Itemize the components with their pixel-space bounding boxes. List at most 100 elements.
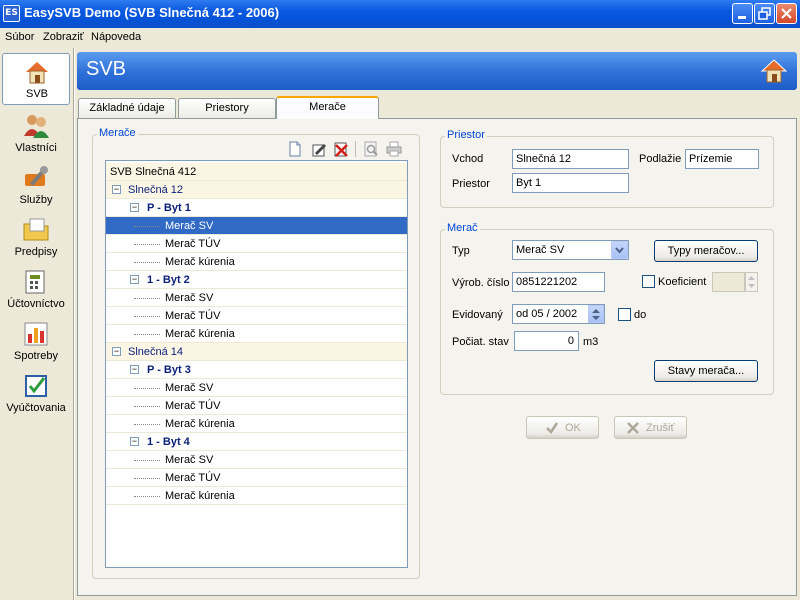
tree-item-flat[interactable]: − P - Byt 3: [106, 361, 407, 379]
minimize-icon: [738, 16, 746, 19]
sidebar-item-label: Predpisy: [14, 246, 58, 258]
tree-item-meter[interactable]: Merač TÚV: [106, 469, 407, 487]
tree-item-label: Merač TÚV: [165, 400, 221, 412]
initial-state-field[interactable]: 0: [514, 331, 579, 351]
sidebar-item-uctovnictvo[interactable]: Účtovníctvo: [2, 264, 70, 316]
tree-item-label: Merač SV: [165, 220, 214, 232]
app-icon[interactable]: ES: [3, 5, 20, 22]
tree-item-root[interactable]: SVB Slnečná 412: [106, 163, 407, 181]
collapse-icon[interactable]: −: [112, 185, 121, 194]
tree-item-meter[interactable]: Merač TÚV: [106, 397, 407, 415]
tree-row-divider: [106, 216, 407, 217]
space-group-label: Priestor: [445, 129, 487, 141]
tree-item-meter[interactable]: Merač kúrenia: [106, 253, 407, 271]
meter-types-button[interactable]: Typy meračov...: [654, 240, 758, 262]
tree-connector: [134, 424, 160, 425]
serial-field[interactable]: 0851221202: [512, 272, 605, 292]
meters-tree[interactable]: SVB Slnečná 412− Slnečná 12− P - Byt 1 Mera…: [105, 160, 408, 568]
restore-icon: [758, 7, 771, 20]
sidebar-item-predpisy[interactable]: Predpisy: [2, 212, 70, 264]
menu-napoveda[interactable]: Nápoveda: [91, 31, 141, 43]
tree-item-label: Merač kúrenia: [165, 256, 235, 268]
tree-row-divider: [106, 360, 407, 361]
registered-from-value: od 05 / 2002: [516, 308, 578, 320]
tree-row-divider: [106, 378, 407, 379]
floor-field[interactable]: Prízemie: [685, 149, 759, 169]
sidebar-item-vlastnici[interactable]: Vlastníci: [2, 108, 70, 160]
registered-to-checkbox[interactable]: [618, 308, 631, 321]
tree-item-meter[interactable]: Merač SV: [106, 451, 407, 469]
preview-icon[interactable]: [363, 141, 379, 157]
tree-item-meter[interactable]: Merač kúrenia: [106, 415, 407, 433]
print-icon[interactable]: [386, 141, 402, 157]
toolbar-separator: [355, 141, 356, 157]
type-dropdown-button[interactable]: [611, 241, 628, 259]
spinner-arrows-icon: [748, 276, 755, 288]
menu-zobrazit[interactable]: Zobraziť: [43, 31, 84, 43]
tree-item-meter[interactable]: Merač SV: [106, 216, 407, 236]
meter-states-button[interactable]: Stavy merača...: [654, 360, 758, 382]
collapse-icon[interactable]: −: [130, 365, 139, 374]
sidebar-item-label: Spotreby: [13, 350, 59, 362]
sidebar-item-vyuctovania[interactable]: Vyúčtovania: [2, 368, 70, 420]
tree-item-flat[interactable]: − P - Byt 1: [106, 199, 407, 217]
tree-row-divider: [106, 504, 407, 505]
tree-item-flat[interactable]: −1 - Byt 2: [106, 271, 407, 289]
space-field[interactable]: Byt 1: [512, 173, 629, 193]
tree-connector: [134, 334, 160, 335]
delete-icon[interactable]: [333, 141, 349, 157]
new-document-icon[interactable]: [287, 141, 303, 157]
cancel-button[interactable]: Zrušiť: [614, 416, 687, 439]
tree-row-divider: [106, 306, 407, 307]
tree-item-meter[interactable]: Merač SV: [106, 379, 407, 397]
tree-item-meter[interactable]: Merač kúrenia: [106, 325, 407, 343]
cross-icon: [627, 422, 639, 434]
coefficient-field[interactable]: [712, 272, 745, 292]
coefficient-label: Koeficient: [658, 276, 707, 288]
billing-icon: [25, 375, 47, 397]
type-select-value: Merač SV: [516, 244, 565, 256]
registered-spinner[interactable]: [588, 305, 604, 323]
tree-item-flat[interactable]: −1 - Byt 4: [106, 433, 407, 451]
tree-item-building[interactable]: − Slnečná 12: [106, 181, 407, 199]
tree-row-divider: [106, 396, 407, 397]
collapse-icon[interactable]: −: [112, 347, 121, 356]
tree-item-label: Merač SV: [165, 454, 214, 466]
sidebar-item-spotreby[interactable]: Spotreby: [2, 316, 70, 368]
tab-zakladne-udaje[interactable]: Základné údaje: [78, 98, 176, 118]
menu-subor[interactable]: Súbor: [5, 31, 34, 43]
tree-row-divider: [106, 486, 407, 487]
restore-button[interactable]: [754, 3, 775, 24]
tree-row-divider: [106, 252, 407, 253]
tree-item-meter[interactable]: Merač kúrenia: [106, 487, 407, 505]
tree-item-building[interactable]: − Slnečná 14: [106, 343, 407, 361]
entrance-field[interactable]: Slnečná 12: [512, 149, 629, 169]
tab-priestory[interactable]: Priestory: [178, 98, 276, 118]
collapse-icon[interactable]: −: [130, 275, 139, 284]
tab-merace[interactable]: Merače: [276, 96, 379, 119]
tree-item-label: Merač TÚV: [165, 238, 221, 250]
tree-item-meter[interactable]: Merač SV: [106, 289, 407, 307]
sidebar-item-label: Vlastníci: [15, 142, 57, 154]
initial-state-unit: m3: [583, 336, 599, 348]
coefficient-checkbox[interactable]: [642, 275, 655, 288]
close-button[interactable]: [776, 3, 797, 24]
sidebar-item-sluzby[interactable]: Služby: [2, 160, 70, 212]
tree-connector: [134, 460, 160, 461]
tree-item-meter[interactable]: Merač TÚV: [106, 307, 407, 325]
minimize-button[interactable]: [732, 3, 753, 24]
coefficient-spinner[interactable]: [745, 272, 758, 292]
tree-item-label: Merač TÚV: [165, 472, 221, 484]
tree-connector: [134, 388, 160, 389]
tree-row-divider: [106, 342, 407, 343]
ok-button[interactable]: OK: [526, 416, 599, 439]
tree-item-meter[interactable]: Merač TÚV: [106, 235, 407, 253]
edit-icon[interactable]: [311, 141, 327, 157]
collapse-icon[interactable]: −: [130, 437, 139, 446]
tree-item-label: Slnečná 14: [128, 346, 184, 358]
floor-label: Podlažie: [639, 153, 682, 165]
collapse-icon[interactable]: −: [130, 203, 139, 212]
sidebar-item-svb[interactable]: SVB: [2, 53, 70, 105]
tree-row-divider: [106, 180, 407, 181]
sidebar-item-label: Vyúčtovania: [6, 402, 66, 414]
